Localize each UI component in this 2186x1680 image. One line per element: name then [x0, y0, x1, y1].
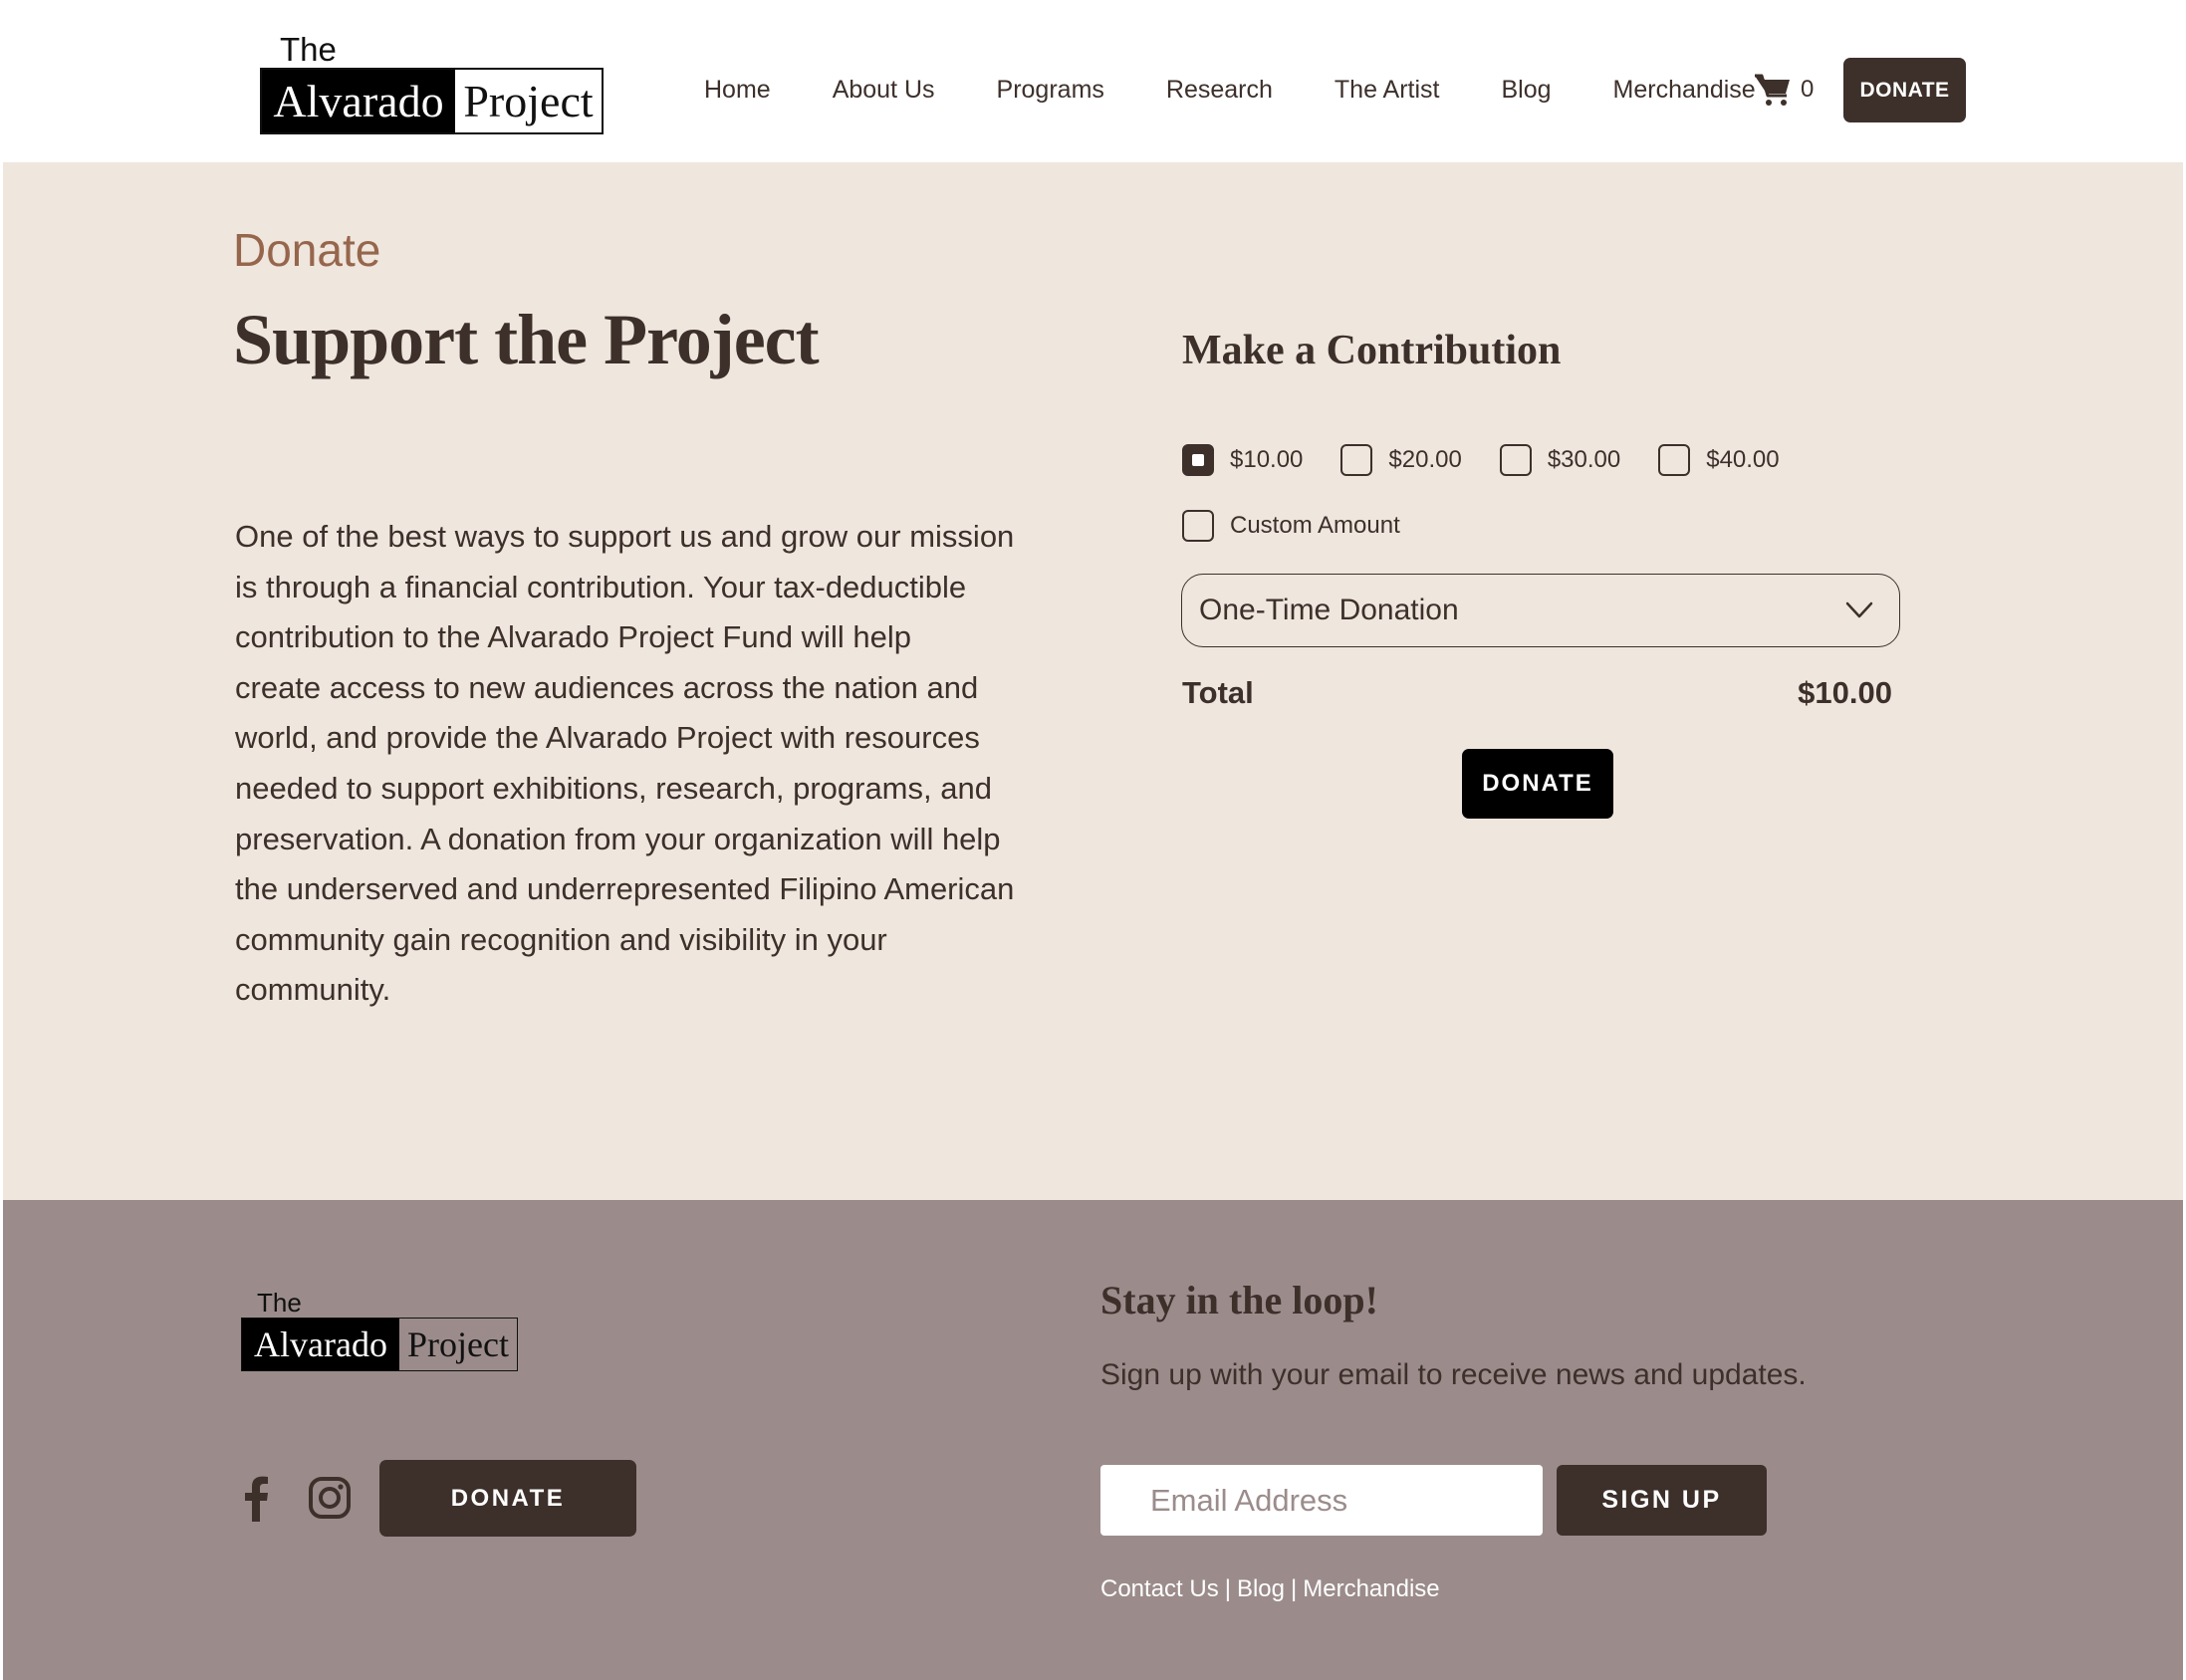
amount-option-10[interactable]: $10.00 — [1182, 444, 1303, 476]
description-line: preservation. A donation from your organ… — [235, 821, 1001, 856]
nav-merchandise[interactable]: Merchandise — [1613, 76, 1756, 105]
footer-link-contact-us[interactable]: Contact Us — [1100, 1575, 1219, 1603]
amount-label: $10.00 — [1230, 446, 1304, 473]
facebook-icon[interactable] — [243, 1476, 269, 1522]
newsletter-subtitle: Sign up with your email to receive news … — [1100, 1358, 1807, 1391]
site-header: The Alvarado Project Home About Us Progr… — [0, 0, 2186, 162]
contribution-title: Make a Contribution — [1182, 328, 1562, 373]
donate-submit-button[interactable]: DONATE — [1462, 749, 1613, 819]
page-kicker: Donate — [233, 224, 381, 276]
footer-donate-button[interactable]: DONATE — [379, 1460, 636, 1537]
chevron-down-icon — [1845, 601, 1873, 618]
footer-link-merchandise[interactable]: Merchandise — [1303, 1575, 1439, 1603]
footer-logo[interactable]: The Alvarado Project — [241, 1288, 518, 1371]
description-line: One of the best ways to support us and g… — [235, 519, 1015, 554]
amount-checkbox[interactable] — [1340, 444, 1373, 476]
instagram-icon[interactable] — [308, 1476, 352, 1520]
logo-the-text: The — [280, 31, 337, 68]
logo-project-text: Project — [455, 70, 602, 132]
description-line: community. — [235, 972, 391, 1008]
page-title: Support the Project — [233, 300, 820, 379]
amount-options: $10.00 $20.00 $30.00 $40.00 — [1182, 443, 1818, 477]
email-field[interactable] — [1100, 1465, 1543, 1536]
amount-option-40[interactable]: $40.00 — [1658, 444, 1780, 476]
amount-label: $20.00 — [1388, 446, 1462, 473]
total-value: $10.00 — [1798, 675, 1892, 710]
footer-logo-alvarado-text: Alvarado — [242, 1319, 399, 1370]
logo-box: Alvarado Project — [260, 68, 604, 134]
footer-logo-the-text: The — [257, 1288, 302, 1318]
description-line: community gain recognition and visibilit… — [235, 921, 887, 957]
amount-checkbox[interactable] — [1182, 444, 1214, 476]
cart-icon — [1755, 74, 1790, 106]
nav-blog[interactable]: Blog — [1502, 76, 1552, 105]
nav-about-us[interactable]: About Us — [833, 76, 935, 105]
footer-link-blog[interactable]: Blog — [1237, 1575, 1285, 1603]
footer-link-separator: | — [1224, 1575, 1231, 1602]
amount-option-20[interactable]: $20.00 — [1340, 444, 1462, 476]
description-line: is through a financial contribution. You… — [235, 569, 967, 604]
sign-up-button[interactable]: SIGN UP — [1557, 1465, 1767, 1536]
footer-links: Contact Us | Blog | Merchandise — [1100, 1575, 1440, 1603]
total-label: Total — [1182, 675, 1254, 710]
newsletter-title: Stay in the loop! — [1100, 1278, 1378, 1322]
site-footer — [3, 1200, 2183, 1680]
description-line: world, and provide the Alvarado Project … — [235, 720, 980, 756]
nav-the-artist[interactable]: The Artist — [1335, 76, 1440, 105]
logo-alvarado-text: Alvarado — [262, 70, 455, 132]
custom-amount-option[interactable]: Custom Amount — [1182, 509, 1400, 543]
cart-count: 0 — [1801, 76, 1815, 103]
frequency-select[interactable]: One-Time Donation — [1181, 574, 1900, 647]
description-line: the underserved and underrepresented Fil… — [235, 871, 1015, 907]
nav-research[interactable]: Research — [1166, 76, 1273, 105]
frequency-value: One-Time Donation — [1199, 594, 1459, 626]
site-logo[interactable]: The Alvarado Project — [260, 30, 604, 134]
amount-checkbox[interactable] — [1658, 444, 1691, 476]
amount-option-30[interactable]: $30.00 — [1499, 444, 1621, 476]
amount-label: $40.00 — [1706, 446, 1780, 473]
header-donate-button[interactable]: DONATE — [1843, 58, 1966, 122]
amount-label: $30.00 — [1547, 446, 1621, 473]
description-line: contribution to the Alvarado Project Fun… — [235, 619, 911, 655]
footer-logo-project-text: Project — [407, 1324, 509, 1364]
custom-amount-checkbox[interactable] — [1182, 510, 1214, 542]
main-nav: Home About Us Programs Research The Arti… — [704, 70, 1756, 110]
footer-logo-box: Alvarado Project — [241, 1318, 518, 1371]
description-line: needed to support exhibitions, research,… — [235, 770, 992, 806]
cart-link[interactable]: 0 — [1753, 70, 1814, 110]
nav-programs[interactable]: Programs — [997, 76, 1104, 105]
footer-link-separator: | — [1291, 1575, 1298, 1602]
description-line: create access to new audiences across th… — [235, 669, 979, 705]
amount-checkbox[interactable] — [1499, 444, 1532, 476]
donate-description: One of the best ways to support us and g… — [235, 512, 1032, 1016]
custom-amount-label: Custom Amount — [1230, 512, 1400, 539]
nav-home[interactable]: Home — [704, 76, 771, 105]
